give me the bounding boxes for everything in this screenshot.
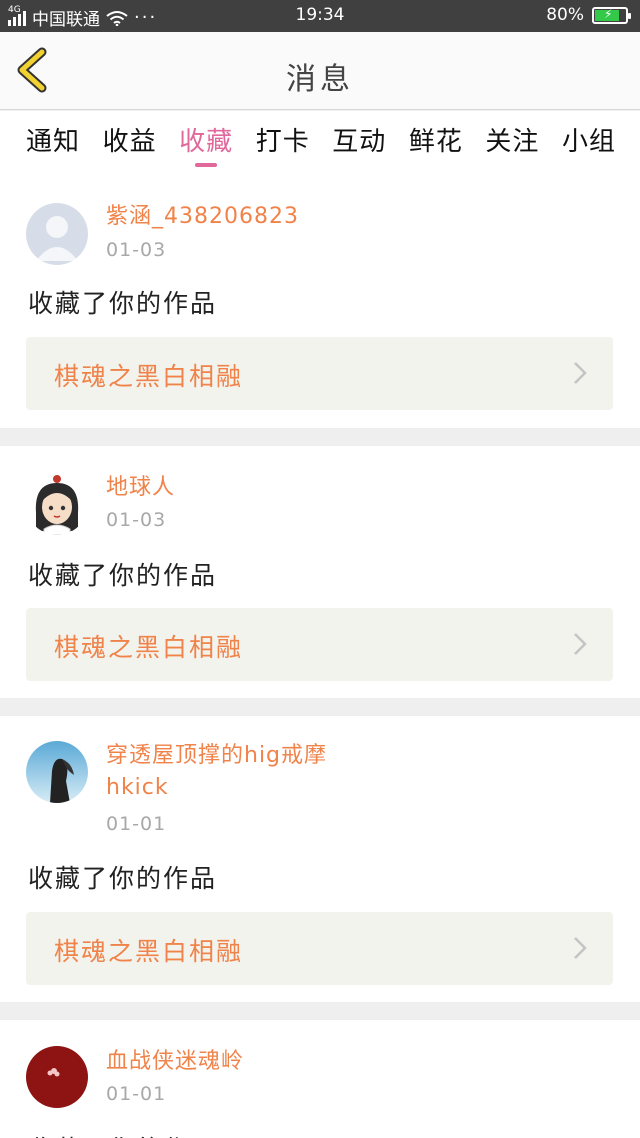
avatar[interactable]	[26, 473, 88, 535]
red-flower-avatar-icon	[26, 1046, 88, 1108]
username[interactable]: 紫涵_438206823	[106, 201, 426, 233]
default-avatar-icon	[26, 203, 88, 265]
battery-icon: ⚡	[592, 6, 631, 24]
sky-photo-avatar-icon	[26, 741, 88, 803]
chevron-right-icon	[574, 633, 587, 655]
action-text: 收藏了你的作品	[28, 1130, 217, 1138]
work-link[interactable]: 棋魂之黑白相融	[26, 912, 613, 985]
work-title: 棋魂之黑白相融	[54, 633, 244, 662]
list-item: 紫涵_438206823 01-03 收藏了你的作品 棋魂之黑白相融	[0, 173, 640, 428]
status-right: 80% ⚡	[546, 5, 631, 25]
list-item: 血战侠迷魂岭 01-01 收藏了你的作品	[0, 1020, 640, 1138]
avatar[interactable]	[26, 741, 88, 803]
battery-percent: 80%	[546, 5, 584, 25]
tab-flowers[interactable]: 鲜花	[409, 111, 463, 173]
action-text: 收藏了你的作品	[28, 289, 218, 318]
username[interactable]: 地球人	[106, 472, 426, 504]
tab-interaction[interactable]: 互动	[332, 111, 386, 173]
tab-bar: 通知 收益 收藏 打卡 互动 鲜花 关注 小组	[0, 111, 640, 173]
tab-checkin[interactable]: 打卡	[256, 111, 310, 173]
message-list: 紫涵_438206823 01-03 收藏了你的作品 棋魂之黑白相融 地球人 0…	[0, 173, 640, 1138]
avatar[interactable]	[26, 203, 88, 265]
nav-bar: 消息	[0, 32, 640, 110]
message-date: 01-03	[106, 239, 167, 261]
message-date: 01-01	[106, 813, 167, 835]
message-date: 01-03	[106, 509, 167, 531]
action-text: 收藏了你的作品	[28, 561, 218, 590]
chevron-right-icon	[574, 937, 587, 959]
avatar[interactable]	[26, 1046, 88, 1108]
list-item: 地球人 01-03 收藏了你的作品 棋魂之黑白相融	[0, 446, 640, 698]
work-title: 棋魂之黑白相融	[54, 937, 244, 966]
cartoon-girl-avatar-icon	[26, 473, 88, 535]
charging-icon: ⚡	[604, 6, 613, 21]
page-title: 消息	[286, 62, 354, 97]
username[interactable]: 穿透屋顶撑的hig戒摩hkick	[106, 740, 386, 804]
message-date: 01-01	[106, 1083, 167, 1105]
status-bar: 4G 中国联通 ··· 19:34 80% ⚡	[0, 0, 640, 32]
work-link[interactable]: 棋魂之黑白相融	[26, 337, 613, 410]
status-time: 19:34	[295, 5, 345, 25]
list-item: 穿透屋顶撑的hig戒摩hkick 01-01 收藏了你的作品 棋魂之黑白相融	[0, 716, 640, 1002]
tab-following[interactable]: 关注	[485, 111, 539, 173]
action-text: 收藏了你的作品	[28, 864, 218, 893]
tab-groups[interactable]: 小组	[562, 111, 616, 173]
tab-earnings[interactable]: 收益	[103, 111, 157, 173]
tab-notifications[interactable]: 通知	[26, 111, 80, 173]
username[interactable]: 血战侠迷魂岭	[106, 1046, 426, 1078]
work-title: 棋魂之黑白相融	[54, 362, 244, 391]
chevron-right-icon	[574, 362, 587, 384]
tab-favorites[interactable]: 收藏	[179, 111, 233, 173]
work-link[interactable]: 棋魂之黑白相融	[26, 608, 613, 681]
